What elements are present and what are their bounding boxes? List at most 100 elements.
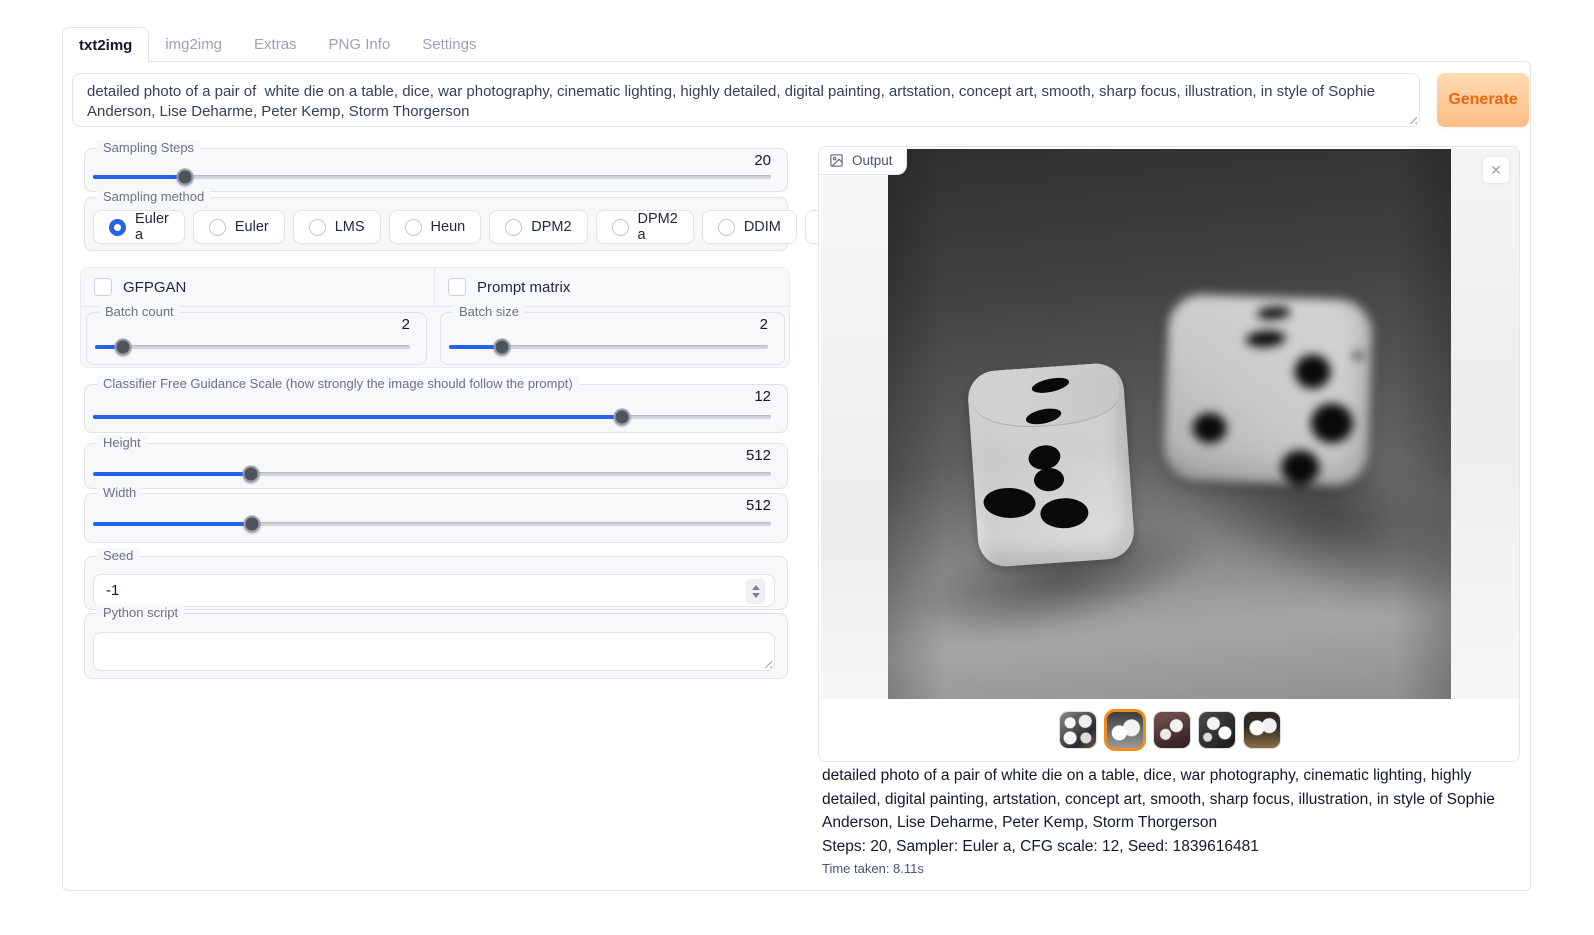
gfpgan-label: GFPGAN: [123, 279, 186, 296]
slider-thumb[interactable]: [176, 168, 193, 185]
slider-fill: [93, 472, 251, 476]
sampling-steps-value: 20: [754, 152, 771, 169]
python-script-group: Python script: [84, 613, 788, 679]
batch-size-label: Batch size: [453, 304, 525, 319]
tab-extras[interactable]: Extras: [238, 27, 313, 62]
batch-size-slider[interactable]: [449, 338, 768, 355]
tab-settings[interactable]: Settings: [406, 27, 492, 62]
prompt-input[interactable]: detailed photo of a pair of white die on…: [72, 73, 1420, 127]
slider-thumb[interactable]: [493, 338, 510, 355]
radio-icon: [718, 219, 735, 236]
sampling-steps-slider[interactable]: [93, 168, 771, 185]
output-label: Output: [852, 153, 893, 168]
output-thumbnail-2[interactable]: [1104, 709, 1146, 751]
slider-fill: [93, 175, 185, 179]
prompt-matrix-cell: Prompt matrix: [435, 268, 789, 306]
tab-png-info[interactable]: PNG Info: [313, 27, 407, 62]
seed-group: Seed -1: [84, 556, 788, 610]
slider-track[interactable]: [93, 175, 771, 179]
sampling-method-option-lms[interactable]: LMS: [293, 210, 381, 244]
slider-fill: [93, 415, 622, 419]
sampling-method-option-euler-a[interactable]: Euler a: [93, 210, 185, 244]
checkbox-row: GFPGAN Prompt matrix: [81, 268, 789, 307]
image-icon: [829, 153, 844, 168]
sampling-method-option-dpm2-a[interactable]: DPM2 a: [596, 210, 694, 244]
output-thumbnails: [821, 699, 1519, 761]
generated-image[interactable]: [888, 149, 1451, 699]
sampling-method-option-ddim[interactable]: DDIM: [702, 210, 797, 244]
height-group: Height 512: [84, 443, 788, 489]
width-slider[interactable]: [93, 515, 771, 532]
radio-label: Euler a: [135, 211, 169, 243]
output-thumbnail-5[interactable]: [1243, 711, 1281, 749]
batch-size-group: Batch size 2: [440, 312, 785, 365]
seed-stepper[interactable]: [746, 579, 765, 604]
sampling-steps-group: Sampling Steps 20: [84, 148, 788, 192]
stepper-up-icon[interactable]: [752, 585, 760, 590]
seed-value: -1: [106, 582, 119, 599]
radio-label: Heun: [431, 219, 466, 235]
image-vignette: [888, 149, 1451, 699]
sampling-method-option-dpm2[interactable]: DPM2: [489, 210, 587, 244]
radio-label: DDIM: [744, 219, 781, 235]
radio-label: DPM2 a: [638, 211, 678, 243]
caption-prompt: detailed photo of a pair of white die on…: [822, 764, 1520, 835]
sampling-steps-label: Sampling Steps: [97, 140, 200, 155]
sampling-method-option-euler[interactable]: Euler: [193, 210, 285, 244]
tab-img2img[interactable]: img2img: [149, 27, 238, 62]
cfg-scale-slider[interactable]: [93, 408, 771, 425]
radio-label: DPM2: [531, 219, 571, 235]
caption-params: Steps: 20, Sampler: Euler a, CFG scale: …: [822, 835, 1520, 859]
batch-size-value: 2: [760, 316, 768, 333]
width-label: Width: [97, 485, 142, 500]
python-script-input[interactable]: [93, 632, 775, 671]
radio-label: LMS: [335, 219, 365, 235]
height-value: 512: [746, 447, 771, 464]
caption-time-taken: Time taken: 8.11s: [822, 861, 1520, 876]
output-thumbnail-4[interactable]: [1198, 711, 1236, 749]
cfg-scale-label: Classifier Free Guidance Scale (how stro…: [97, 376, 579, 391]
seed-input[interactable]: -1: [93, 574, 775, 607]
radio-icon: [505, 219, 522, 236]
image-letterbox-right: [1451, 149, 1519, 699]
cfg-scale-group: Classifier Free Guidance Scale (how stro…: [84, 384, 788, 433]
sampling-method-options: Euler aEulerLMSHeunDPM2DPM2 aDDIMPLMS: [93, 210, 902, 244]
output-thumbnail-1[interactable]: [1059, 711, 1097, 749]
height-slider[interactable]: [93, 465, 771, 482]
sampling-method-group: Sampling method Euler aEulerLMSHeunDPM2D…: [84, 197, 788, 251]
slider-fill: [93, 522, 252, 526]
output-thumbnail-3[interactable]: [1153, 711, 1191, 749]
stepper-down-icon[interactable]: [752, 593, 760, 598]
output-caption: detailed photo of a pair of white die on…: [822, 764, 1520, 876]
width-group: Width 512: [84, 493, 788, 543]
prompt-matrix-checkbox[interactable]: [448, 278, 466, 296]
gfpgan-checkbox[interactable]: [94, 278, 112, 296]
sampling-method-label: Sampling method: [97, 189, 210, 204]
radio-icon: [405, 219, 422, 236]
slider-thumb[interactable]: [115, 338, 132, 355]
image-letterbox-left: [821, 149, 888, 699]
output-panel: Output ✕: [818, 146, 1520, 762]
generate-button[interactable]: Generate: [1437, 73, 1529, 127]
sampling-method-option-heun[interactable]: Heun: [389, 210, 482, 244]
slider-thumb[interactable]: [242, 465, 259, 482]
radio-icon: [612, 219, 629, 236]
slider-thumb[interactable]: [244, 515, 261, 532]
tab-txt2img[interactable]: txt2img: [62, 27, 149, 62]
batch-count-slider[interactable]: [95, 338, 410, 355]
slider-thumb[interactable]: [613, 408, 630, 425]
output-header: Output: [819, 147, 907, 175]
cfg-scale-value: 12: [754, 388, 771, 405]
batch-count-label: Batch count: [99, 304, 180, 319]
width-value: 512: [746, 497, 771, 514]
radio-icon: [309, 219, 326, 236]
batch-count-group: Batch count 2: [86, 312, 427, 365]
close-icon[interactable]: ✕: [1483, 157, 1509, 183]
python-script-label: Python script: [97, 605, 184, 620]
seed-label: Seed: [97, 548, 139, 563]
slider-track[interactable]: [95, 345, 410, 349]
radio-label: Euler: [235, 219, 269, 235]
tab-bar: txt2img img2img Extras PNG Info Settings: [62, 27, 492, 62]
batch-count-value: 2: [402, 316, 410, 333]
radio-icon: [109, 219, 126, 236]
